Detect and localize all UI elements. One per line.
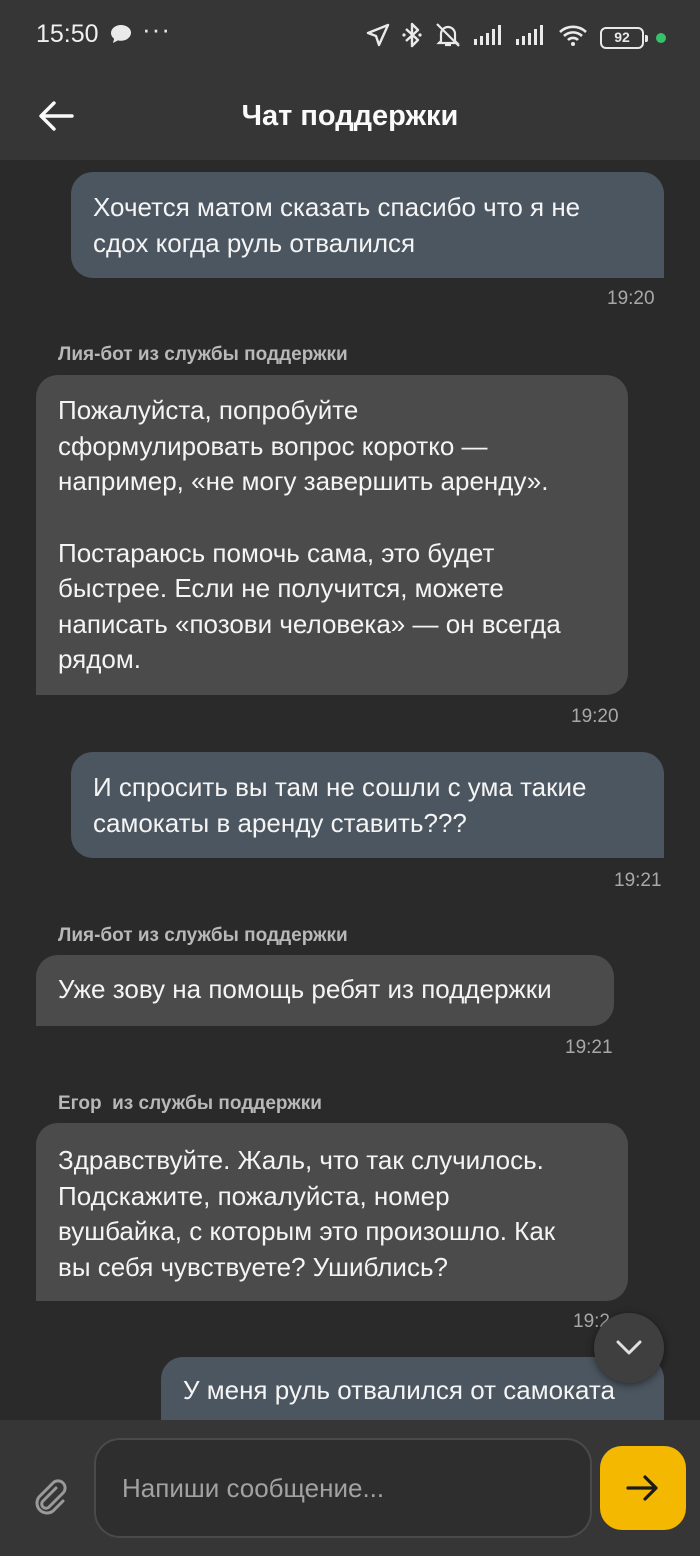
message-line: Хочется матом сказать спасибо что я не: [93, 192, 581, 222]
message-list[interactable]: Хочется матом сказать спасибо что я не с…: [0, 160, 700, 1420]
bot-message-bubble[interactable]: Уже зову на помощь ребят из поддержки: [36, 955, 614, 1026]
sender-name: Лия-бот из службы поддержки: [58, 344, 348, 365]
more-dots-icon: ···: [142, 14, 171, 44]
message-timestamp: 19:21: [565, 1037, 613, 1058]
agent-message-bubble[interactable]: Здравствуйте. Жаль, что так случилось. П…: [36, 1123, 628, 1301]
message-timestamp: 19:20: [571, 706, 619, 727]
chat-bubble-icon: [110, 24, 132, 49]
chat-header: Чат поддержки: [0, 72, 700, 160]
message-line: быстрее. Если не получится, можете: [58, 573, 504, 603]
message-line: Подскажите, пожалуйста, номер: [58, 1180, 450, 1211]
message-line: вы себя чувствуете? Ушиблись?: [58, 1251, 448, 1282]
message-line: написать «позови человека» — он всегда: [58, 608, 561, 639]
privacy-indicator-dot: [656, 32, 666, 43]
message-line: Пожалуйста, попробуйте: [58, 395, 359, 425]
status-icons: 92: [366, 22, 666, 53]
bluetooth-icon: [402, 22, 422, 53]
user-message-bubble[interactable]: Хочется матом сказать спасибо что я не с…: [71, 172, 664, 278]
message-line: сдох когда руль отвалился: [93, 227, 416, 258]
status-time: 15:50: [36, 20, 99, 48]
message-line: И спросить вы там не сошли с ума такие: [93, 772, 587, 802]
page-title: Чат поддержки: [241, 100, 459, 132]
message-line: сформулировать вопрос коротко —: [58, 430, 488, 461]
message-input[interactable]: [94, 1438, 592, 1538]
wifi-icon: [558, 24, 588, 51]
signal-icon: [516, 25, 546, 50]
signal-icon: [474, 25, 504, 50]
message-line: например, «не могу завершить аренду».: [58, 466, 549, 496]
muted-bell-icon: [434, 22, 462, 53]
bot-message-bubble[interactable]: Пожалуйста, попробуйте сформулировать во…: [36, 375, 628, 695]
user-message-bubble[interactable]: И спросить вы там не сошли с ума такие с…: [71, 752, 664, 858]
message-line: самокаты в аренду ставить???: [93, 807, 467, 838]
message-line: У меня руль отвалился от самоката: [183, 1375, 615, 1405]
message-line: Уже зову на помощь ребят из поддержки: [58, 974, 552, 1004]
message-line: Здравствуйте. Жаль, что так случилось.: [58, 1145, 544, 1175]
message-line: Постараюсь помочь сама, это будет: [58, 537, 495, 568]
send-button[interactable]: [600, 1446, 686, 1530]
scroll-to-bottom-button[interactable]: [594, 1313, 664, 1383]
sender-name: Лия-бот из службы поддержки: [58, 925, 348, 946]
message-line: рядом.: [58, 644, 141, 674]
paperclip-icon[interactable]: [30, 1476, 70, 1516]
message-timestamp: 19:20: [607, 288, 655, 309]
sender-name: Егор из службы поддержки: [58, 1093, 322, 1114]
location-icon: [366, 23, 390, 52]
chevron-down-icon: [616, 1340, 642, 1355]
top-bar: 15:50 ··· 92 Чат поддержки: [0, 0, 700, 160]
message-line: вушбайка, с которым это произошло. Как: [58, 1216, 556, 1246]
battery-icon: 92: [600, 26, 648, 49]
user-message-bubble[interactable]: У меня руль отвалился от самоката: [161, 1357, 664, 1420]
composer-bar: [0, 1420, 700, 1556]
message-timestamp: 19:21: [614, 870, 662, 891]
send-arrow-icon: [626, 1475, 658, 1501]
status-bar: 15:50 ··· 92: [0, 0, 700, 72]
